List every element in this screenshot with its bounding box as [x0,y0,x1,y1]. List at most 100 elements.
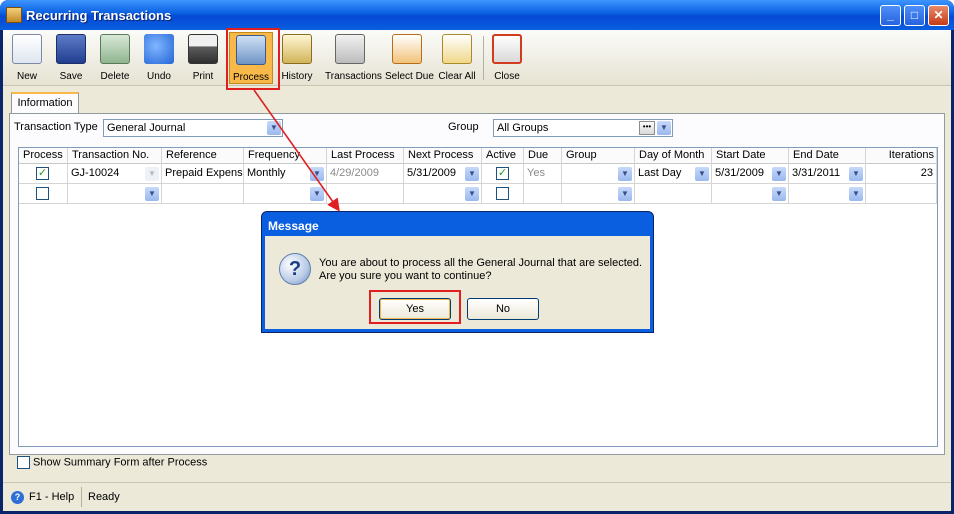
print-button[interactable]: Print [181,32,225,84]
column-header[interactable]: Next Process [404,148,482,164]
table-row[interactable]: ▼ ▼ ▼ ▼ ▼ ▼ [19,184,937,204]
column-header[interactable]: Reference [162,148,244,164]
process-button[interactable]: Process [229,32,273,84]
chevron-down-icon[interactable]: ▼ [145,187,159,201]
close-label: Close [494,71,520,82]
gear-process-icon [236,35,266,65]
process-cell[interactable] [19,184,68,204]
column-header[interactable]: Last Process [327,148,404,164]
column-header[interactable]: Process [19,148,68,164]
end-date-cell[interactable]: ▼ [789,184,866,204]
undo-arrow-icon [144,34,174,64]
chevron-down-icon[interactable]: ▼ [657,121,671,135]
iterations-cell[interactable] [866,184,937,204]
chevron-down-icon[interactable]: ▼ [267,121,281,135]
maximize-button[interactable]: □ [904,5,925,26]
frequency-cell[interactable]: ▼ [244,184,327,204]
chevron-down-icon[interactable]: ▼ [465,187,479,201]
clear-all-button[interactable]: Clear All [435,32,479,84]
start-date-value: 5/31/2009 [715,167,764,179]
chevron-down-icon: ▼ [145,167,159,181]
column-header[interactable]: End Date [789,148,866,164]
message-dialog: Message ? You are about to process all t… [261,211,654,333]
chevron-down-icon[interactable]: ▼ [618,187,632,201]
start-date-cell[interactable]: 5/31/2009 ▼ [712,164,789,184]
tab-strip: Information [9,92,945,114]
active-cell[interactable]: ✓ [482,164,524,184]
no-button[interactable]: No [467,298,539,320]
chevron-down-icon[interactable]: ▼ [310,167,324,181]
show-summary-checkbox[interactable] [17,456,30,469]
minimize-button[interactable]: _ [880,5,901,26]
active-cell[interactable] [482,184,524,204]
transaction-no-cell[interactable]: ▼ [68,184,162,204]
show-summary-option[interactable]: Show Summary Form after Process [17,456,207,469]
undo-button[interactable]: Undo [137,32,181,84]
chevron-down-icon[interactable]: ▼ [772,167,786,181]
chevron-down-icon[interactable]: ▼ [695,167,709,181]
reference-cell[interactable]: Prepaid Expense [162,164,244,184]
next-process-cell[interactable]: ▼ [404,184,482,204]
dialog-title[interactable]: Message [268,219,319,233]
frequency-cell[interactable]: Monthly ▼ [244,164,327,184]
new-label: New [16,71,37,82]
active-checkbox[interactable]: ✓ [496,167,509,180]
iterations-cell[interactable]: 23 [866,164,937,184]
process-checkbox[interactable]: ✓ [36,167,49,180]
chevron-down-icon[interactable]: ▼ [849,167,863,181]
table-row[interactable]: ✓ GJ-10024 ▼ Prepaid Expense Monthly ▼ 4… [19,164,937,184]
delete-button[interactable]: Delete [93,32,137,84]
column-header[interactable]: Frequency [244,148,327,164]
end-date-cell[interactable]: 3/31/2011 ▼ [789,164,866,184]
column-header[interactable]: Transaction No. [68,148,162,164]
help-icon[interactable]: ? [11,491,24,504]
group-cell[interactable]: ▼ [562,184,635,204]
ellipsis-icon[interactable]: ••• [639,121,655,135]
chevron-down-icon[interactable]: ▼ [618,167,632,181]
select-due-icon [392,34,422,64]
chevron-down-icon[interactable]: ▼ [310,187,324,201]
new-button[interactable]: New [5,32,49,84]
title-bar[interactable]: Recurring Transactions _ □ ✕ [0,0,954,30]
start-date-cell[interactable]: ▼ [712,184,789,204]
transactions-button[interactable]: Transactions [325,32,382,84]
dialog-message: You are about to process all the General… [319,257,642,283]
next-process-cell[interactable]: 5/31/2009 ▼ [404,164,482,184]
save-button[interactable]: Save [49,32,93,84]
transaction-no-cell[interactable]: GJ-10024 ▼ [68,164,162,184]
group-cell[interactable]: ▼ [562,164,635,184]
column-header[interactable]: Due [524,148,562,164]
day-of-month-cell[interactable]: Last Day ▼ [635,164,712,184]
status-separator [81,487,82,507]
chevron-down-icon[interactable]: ▼ [849,187,863,201]
close-button[interactable]: Close [485,32,529,84]
dialog-message-line-1: You are about to process all the General… [319,257,643,269]
column-header[interactable]: Start Date [712,148,789,164]
chevron-down-icon[interactable]: ▼ [465,167,479,181]
group-select[interactable]: All Groups ••• ▼ [493,119,673,137]
process-cell[interactable]: ✓ [19,164,68,184]
app-icon [6,7,22,23]
yes-button[interactable]: Yes [379,298,451,320]
transaction-type-select[interactable]: General Journal ▼ [103,119,283,137]
status-help-text[interactable]: F1 - Help [29,491,74,503]
column-header[interactable]: Iterations [866,148,937,164]
history-icon [282,34,312,64]
reference-cell[interactable] [162,184,244,204]
column-header[interactable]: Group [562,148,635,164]
history-button[interactable]: History [275,32,319,84]
status-bar: ? F1 - Help Ready [3,482,951,511]
close-window-button[interactable]: ✕ [928,5,949,26]
undo-label: Undo [147,71,171,82]
frequency-value: Monthly [247,167,286,179]
select-due-button[interactable]: Select Due [385,32,434,84]
active-checkbox[interactable] [496,187,509,200]
day-of-month-cell[interactable] [635,184,712,204]
chevron-down-icon[interactable]: ▼ [772,187,786,201]
process-checkbox[interactable] [36,187,49,200]
column-header[interactable]: Day of Month [635,148,712,164]
next-process-value: 5/31/2009 [407,167,456,179]
floppy-disk-icon [56,34,86,64]
column-header[interactable]: Active [482,148,524,164]
tab-information[interactable]: Information [11,92,79,114]
